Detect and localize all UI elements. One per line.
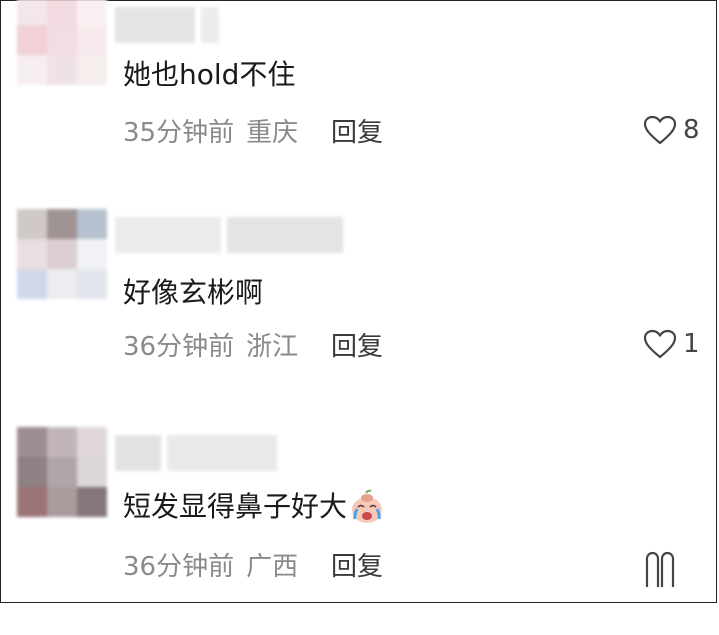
comment-item: 好像玄彬啊 36分钟前 浙江 回复 1 — [1, 209, 719, 423]
comment-location: 重庆 — [246, 118, 299, 148]
like-count: 1 — [683, 329, 700, 359]
avatar[interactable] — [17, 0, 107, 85]
comment-time: 36分钟前 — [123, 332, 235, 362]
heart-icon — [643, 329, 677, 359]
avatar[interactable] — [17, 209, 107, 299]
comment-list: 她也hold不住 35分钟前重庆 回复 8 好像玄彬啊 36分钟前浙江 回复 — [0, 0, 717, 603]
reply-button[interactable]: 回复 — [331, 115, 383, 151]
comment-text: 她也hold不住 — [123, 55, 295, 95]
comment-meta: 35分钟前 重庆 — [123, 115, 298, 151]
comment-text: 短发显得鼻子好大 — [123, 487, 385, 527]
comment-item: 她也hold不住 35分钟前 重庆 回复 8 — [1, 0, 719, 211]
heart-icon — [643, 115, 677, 145]
comment-time: 36分钟前 — [123, 552, 235, 582]
reply-button[interactable]: 回复 — [331, 549, 383, 585]
crying-face-emoji — [352, 489, 383, 523]
comment-item: 短发显得鼻子好大 36分钟前 广西 回复 — [1, 425, 719, 635]
like-button[interactable]: 8 — [643, 115, 700, 145]
comment-text-content: 好像玄彬啊 — [123, 276, 264, 309]
like-button[interactable]: 1 — [643, 329, 700, 359]
like-count: 8 — [683, 115, 700, 145]
like-button[interactable] — [643, 547, 683, 587]
comment-text: 好像玄彬啊 — [123, 273, 263, 313]
comment-meta: 36分钟前 浙江 — [123, 329, 298, 365]
avatar[interactable] — [17, 427, 107, 517]
comment-text-content: 短发显得鼻子好大 — [123, 490, 348, 523]
heart-icon — [645, 551, 675, 587]
reply-button[interactable]: 回复 — [331, 329, 383, 365]
username[interactable] — [115, 217, 343, 253]
comment-location: 广西 — [246, 552, 299, 582]
username[interactable] — [115, 435, 277, 471]
comment-meta: 36分钟前 广西 — [123, 549, 298, 585]
username[interactable] — [115, 7, 219, 43]
comment-text-content: 她也hold不住 — [123, 58, 296, 91]
comment-time: 35分钟前 — [123, 118, 235, 148]
comment-location: 浙江 — [246, 332, 299, 362]
